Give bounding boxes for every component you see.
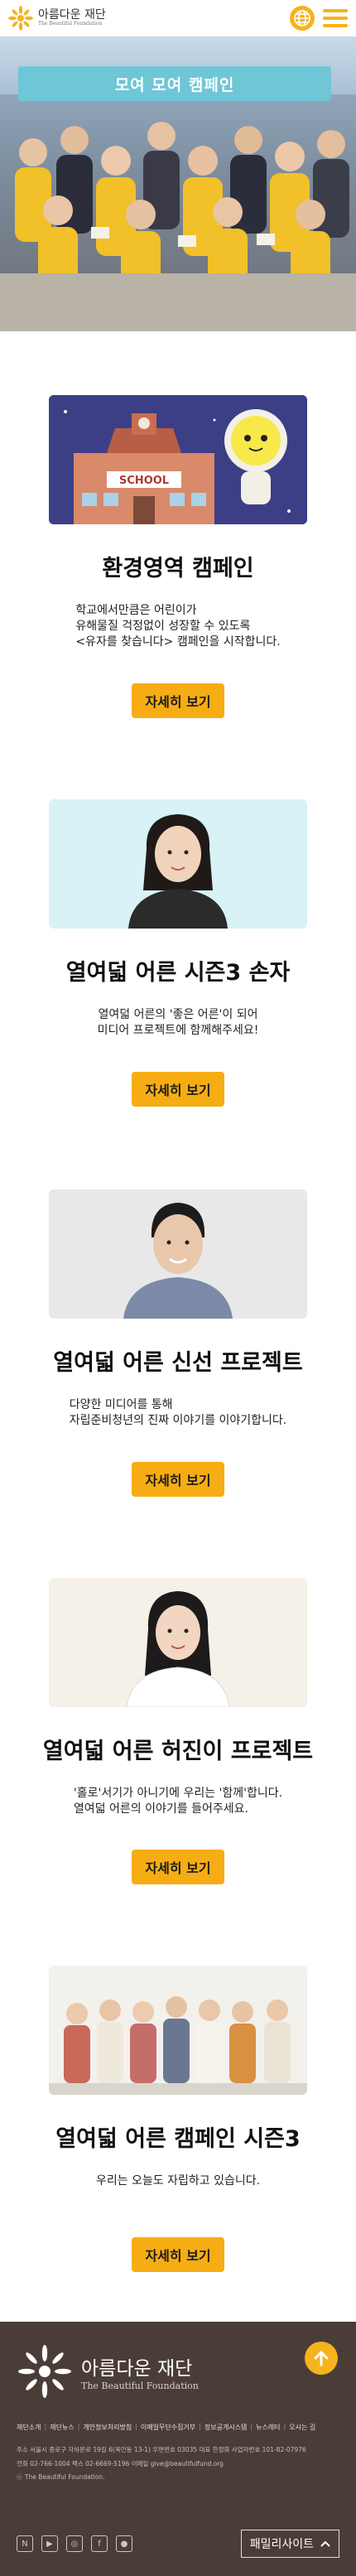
youtube-icon[interactable]: ▶ bbox=[41, 2535, 58, 2553]
campaign-description-line: 다양한 미디어를 통해 bbox=[69, 1397, 173, 1411]
portrait-illustration bbox=[123, 1202, 233, 1319]
footer-link[interactable]: 개인정보처리방침 bbox=[83, 2423, 132, 2432]
logo-flower-icon bbox=[8, 6, 33, 31]
footer-link[interactable]: 오시는 길 bbox=[289, 2423, 315, 2432]
hamburger-menu-icon[interactable] bbox=[323, 9, 348, 27]
campaign-description-line: 열여덟 어른의 '좋은 어른'이 되어 bbox=[98, 1007, 258, 1021]
campaign-title: 열여덟 어른 허진이 프로젝트 bbox=[42, 1738, 314, 1764]
footer-copyright: ⓒ The Beautiful Foundation. bbox=[17, 2473, 105, 2482]
campaign-thumbnail[interactable]: SCHOOL bbox=[49, 395, 307, 524]
campaign-description-line: 유해물질 걱정없이 성장할 수 있도록 bbox=[75, 619, 251, 633]
group-portrait-illustration bbox=[49, 1996, 307, 2096]
footer-address: 주소 서울시 종로구 자하문로 19길 6(옥인동 13-1) 우편번호 030… bbox=[17, 2446, 306, 2454]
campaign-heojini-project: 열여덟 어른 허진이 프로젝트 '홀로'서기가 아니기에 우리는 '함께'합니다… bbox=[0, 1577, 356, 1885]
footer-link[interactable]: 이메일무단수집거부 bbox=[141, 2423, 195, 2432]
campaign-environment: SCHOOL 환경영역 캠페인 학교에서만큼은 어린이가 유해물질 걱정없이 성… bbox=[0, 395, 356, 718]
campaign-title: 열여덟 어른 캠페인 시즌3 bbox=[55, 2126, 301, 2153]
footer-logo-korean: 아름다운 재단 bbox=[81, 2357, 193, 2380]
view-more-button[interactable]: 자세히 보기 bbox=[132, 2237, 224, 2273]
campaign-shinseon-project: 열여덟 어른 신선 프로젝트 다양한 미디어를 통해 자립준비청년의 진짜 이야… bbox=[0, 1189, 356, 1497]
campaign-title: 열여덟 어른 신선 프로젝트 bbox=[53, 1349, 303, 1376]
header-actions bbox=[290, 6, 348, 31]
footer-logo[interactable]: 아름다운 재단 The Beautiful Foundation bbox=[17, 2322, 339, 2400]
school-illustration: SCHOOL bbox=[49, 395, 307, 524]
arrow-up-icon bbox=[314, 2351, 329, 2366]
campaign-description: 학교에서만큼은 어린이가 유해물질 걱정없이 성장할 수 있도록 <유자를 찾습… bbox=[75, 603, 280, 650]
hero-floor bbox=[0, 273, 356, 331]
footer-logo-flower-icon bbox=[18, 2345, 71, 2399]
globe-icon[interactable] bbox=[290, 6, 315, 31]
facebook-icon[interactable]: f bbox=[91, 2535, 108, 2553]
instagram-icon[interactable]: ◎ bbox=[66, 2535, 83, 2553]
portrait-illustration bbox=[128, 813, 228, 929]
campaign-thumbnail[interactable] bbox=[49, 798, 307, 929]
campaign-thumbnail[interactable] bbox=[49, 1577, 307, 1707]
campaign-description-line: <유자를 찾습니다> 캠페인을 시작합니다. bbox=[75, 634, 281, 649]
footer-info: 주소 서울시 종로구 자하문로 19길 6(옥인동 13-1) 우편번호 030… bbox=[17, 2443, 339, 2485]
logo-english: The Beautiful Foundation bbox=[38, 21, 103, 27]
logo[interactable]: 아름다운 재단 The Beautiful Foundation bbox=[8, 6, 106, 31]
footer-bottom: N ▶ ◎ f ● 패밀리사이트 bbox=[17, 2530, 339, 2559]
logo-korean: 아름다운 재단 bbox=[38, 8, 106, 22]
footer-link[interactable]: 재단뉴스 bbox=[50, 2423, 74, 2432]
campaign-description-line: 열여덟 어른의 이야기를 들어주세요. bbox=[73, 1802, 248, 1816]
chevron-up-icon bbox=[320, 2540, 330, 2548]
family-site-select[interactable]: 패밀리사이트 bbox=[240, 2530, 339, 2559]
hero-image: 모여 모여 캠페인 bbox=[0, 36, 356, 331]
campaign-season3-son: 열여덟 어른 시즌3 손자 열여덟 어른의 '좋은 어른'이 되어 미디어 프로… bbox=[0, 798, 356, 1107]
campaign-thumbnail[interactable] bbox=[49, 1189, 307, 1319]
footer-link[interactable]: 뉴스레터 bbox=[256, 2423, 280, 2432]
footer-logo-text: 아름다운 재단 The Beautiful Foundation bbox=[81, 2352, 199, 2391]
site-footer: 아름다운 재단 The Beautiful Foundation 재단소개 | 재… bbox=[0, 2322, 356, 2576]
naver-blog-icon[interactable]: N bbox=[17, 2535, 33, 2553]
family-site-label: 패밀리사이트 bbox=[249, 2538, 314, 2552]
campaign-title: 환경영역 캠페인 bbox=[102, 556, 254, 581]
logo-text: 아름다운 재단 The Beautiful Foundation bbox=[38, 8, 106, 27]
campaign-description-line: 자립준비청년의 진짜 이야기를 이야기합니다. bbox=[69, 1413, 287, 1427]
sns-links: N ▶ ◎ f ● bbox=[17, 2535, 132, 2553]
campaign-season3: 열여덟 어른 캠페인 시즌3 우리는 오늘도 자립하고 있습니다. 자세히 보기 bbox=[0, 1966, 356, 2273]
school-sign-text: SCHOOL bbox=[119, 475, 169, 487]
view-more-button[interactable]: 자세히 보기 bbox=[132, 1461, 224, 1497]
campaign-description-line: '홀로'서기가 아니기에 우리는 '함께'합니다. bbox=[73, 1786, 283, 1800]
campaign-description: 다양한 미디어를 통해 자립준비청년의 진짜 이야기를 이야기합니다. bbox=[70, 1397, 287, 1429]
campaign-description: 우리는 오늘도 자립하고 있습니다. bbox=[17, 2173, 339, 2189]
footer-links: 재단소개 | 재단뉴스 | 개인정보처리방침 | 이메일무단수집거부 | 정보공개시스템… bbox=[17, 2423, 316, 2432]
portrait-illustration bbox=[126, 1590, 230, 1707]
site-header: 아름다운 재단 The Beautiful Foundation bbox=[0, 0, 356, 36]
campaign-description-line: 미디어 프로젝트에 함께해주세요! bbox=[97, 1023, 259, 1037]
campaign-title: 열여덟 어른 시즌3 손자 bbox=[65, 959, 291, 986]
footer-contact: 전화 02-766-1004 팩스 02-6669-5196 이메일 give@… bbox=[17, 2459, 224, 2467]
footer-link[interactable]: 재단소개 bbox=[17, 2423, 41, 2432]
campaign-description: '홀로'서기가 아니기에 우리는 '함께'합니다. 열여덟 어른의 이야기를 들… bbox=[74, 1786, 282, 1817]
view-more-button[interactable]: 자세히 보기 bbox=[132, 1071, 224, 1107]
campaign-description-line: 학교에서만큼은 어린이가 bbox=[75, 604, 197, 618]
footer-logo-english: The Beautiful Foundation bbox=[81, 2380, 199, 2391]
footer-link[interactable]: 정보공개시스템 bbox=[204, 2423, 248, 2432]
view-more-button[interactable]: 자세히 보기 bbox=[132, 1850, 224, 1885]
campaign-description-line: 우리는 오늘도 자립하고 있습니다. bbox=[95, 2174, 261, 2188]
campaign-thumbnail[interactable] bbox=[49, 1966, 307, 2096]
campaign-description: 열여덟 어른의 '좋은 어른'이 되어 미디어 프로젝트에 함께해주세요! bbox=[17, 1007, 339, 1039]
view-more-button[interactable]: 자세히 보기 bbox=[132, 683, 224, 718]
kakao-icon[interactable]: ● bbox=[116, 2535, 132, 2553]
